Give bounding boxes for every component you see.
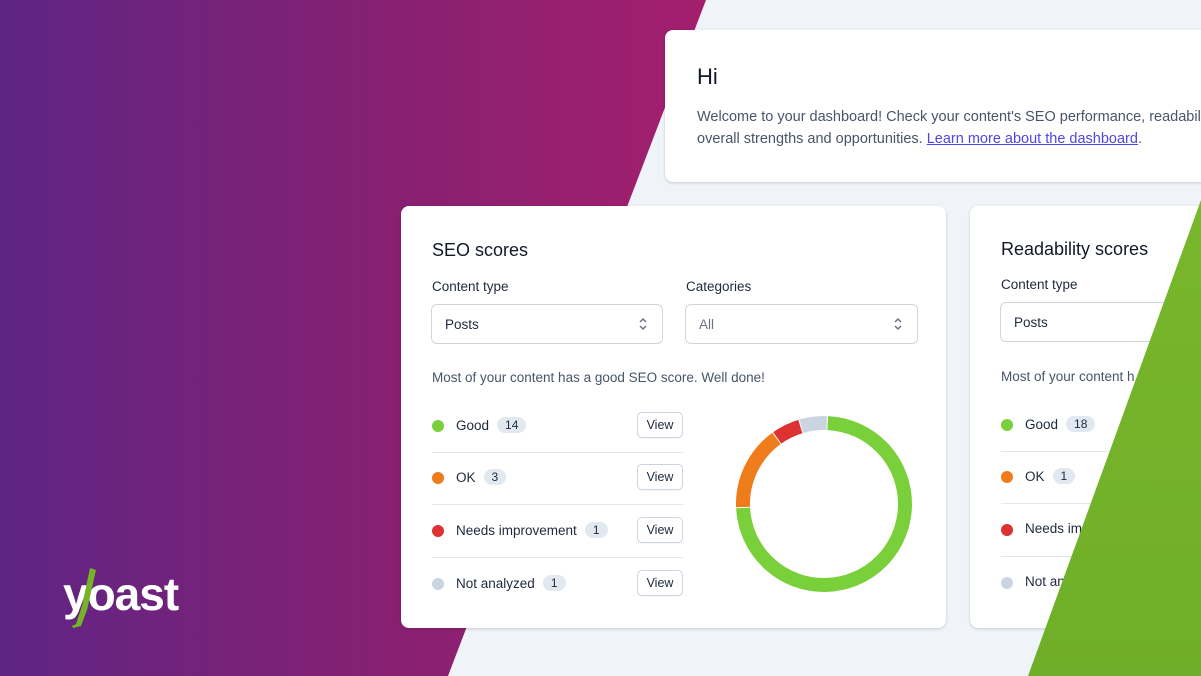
- not-analyzed-dot-icon: [432, 578, 444, 590]
- categories-value: All: [699, 316, 715, 332]
- donut-segment-not-analyzed: [799, 416, 827, 434]
- ok-dot-icon: [432, 472, 444, 484]
- readability-content-type-value: Posts: [1014, 314, 1048, 330]
- score-row-label: OK 1: [1025, 468, 1076, 484]
- score-row-label: OK 3: [456, 469, 507, 485]
- seo-card-title: SEO scores: [432, 240, 529, 260]
- not-analyzed-count-badge: 1: [542, 575, 566, 591]
- score-row-not-analyzed: Not analyzed 1 View: [432, 558, 683, 610]
- welcome-text-line2: overall strengths and opportunities.: [697, 131, 927, 147]
- donut-segment-needs-improvement: [773, 419, 803, 444]
- donut-segment-ok: [736, 432, 781, 508]
- seo-scores-card: SEO scores Content type Posts Categories…: [401, 206, 946, 628]
- score-row-good: Good 14 View: [432, 400, 683, 453]
- score-row-label: Not an: [1025, 574, 1065, 589]
- categories-select[interactable]: All: [685, 304, 918, 344]
- score-row-label: Good 18: [1025, 416, 1096, 432]
- good-label: Good: [456, 418, 490, 433]
- readability-needs-improvement-label: Needs im: [1025, 521, 1083, 536]
- ok-label: OK: [456, 470, 476, 485]
- view-not-analyzed-button[interactable]: View: [637, 570, 683, 596]
- content-type-select[interactable]: Posts: [431, 304, 663, 344]
- good-dot-icon: [432, 420, 444, 432]
- needs-improvement-count-badge: 1: [584, 522, 608, 538]
- view-good-button[interactable]: View: [637, 412, 683, 438]
- ok-dot-icon: [1001, 471, 1013, 483]
- needs-improvement-dot-icon: [432, 525, 444, 537]
- readability-description: Most of your content h: [1001, 369, 1135, 384]
- needs-improvement-label: Needs improvement: [456, 523, 577, 538]
- score-row-label: Needs improvement 1: [456, 522, 608, 538]
- needs-improvement-dot-icon: [1001, 524, 1013, 536]
- learn-more-link[interactable]: Learn more about the dashboard: [927, 131, 1138, 147]
- welcome-link-suffix: .: [1137, 131, 1142, 147]
- welcome-text-line1: Welcome to your dashboard! Check your co…: [697, 109, 1201, 125]
- score-row-needs-improvement: Needs improvement 1 View: [432, 505, 683, 558]
- readability-card-title: Readability scores: [1001, 239, 1149, 259]
- seo-description: Most of your content has a good SEO scor…: [432, 370, 765, 385]
- content-type-label: Content type: [432, 279, 509, 294]
- readability-good-label: Good: [1025, 417, 1059, 432]
- score-row-ok: OK 3 View: [432, 452, 683, 505]
- chevron-updown-icon: [894, 317, 902, 331]
- not-analyzed-dot-icon: [1001, 577, 1013, 589]
- readability-ok-count-badge: 1: [1052, 468, 1076, 484]
- chevron-updown-icon: [639, 317, 647, 331]
- readability-good-count-badge: 18: [1066, 416, 1096, 432]
- score-row-label: Not analyzed 1: [456, 575, 566, 591]
- categories-label: Categories: [686, 279, 752, 294]
- good-dot-icon: [1001, 419, 1013, 431]
- readability-content-type-label: Content type: [1001, 277, 1078, 292]
- good-count-badge: 14: [497, 417, 527, 433]
- content-type-value: Posts: [445, 316, 479, 332]
- view-ok-button[interactable]: View: [637, 464, 683, 490]
- seo-donut-chart: [736, 416, 912, 592]
- readability-ok-label: OK: [1025, 469, 1045, 484]
- score-row-label: Needs im: [1025, 521, 1082, 536]
- view-needs-improvement-button[interactable]: View: [637, 517, 683, 543]
- welcome-text: Welcome to your dashboard! Check your co…: [697, 106, 1201, 150]
- readability-not-analyzed-label: Not an: [1025, 574, 1065, 589]
- welcome-title: Hi: [697, 64, 718, 89]
- welcome-card: Hi Welcome to your dashboard! Check your…: [665, 30, 1201, 182]
- score-row-label: Good 14: [456, 417, 527, 433]
- ok-count-badge: 3: [483, 469, 507, 485]
- yoast-logo: yoast: [63, 566, 195, 635]
- not-analyzed-label: Not analyzed: [456, 576, 535, 591]
